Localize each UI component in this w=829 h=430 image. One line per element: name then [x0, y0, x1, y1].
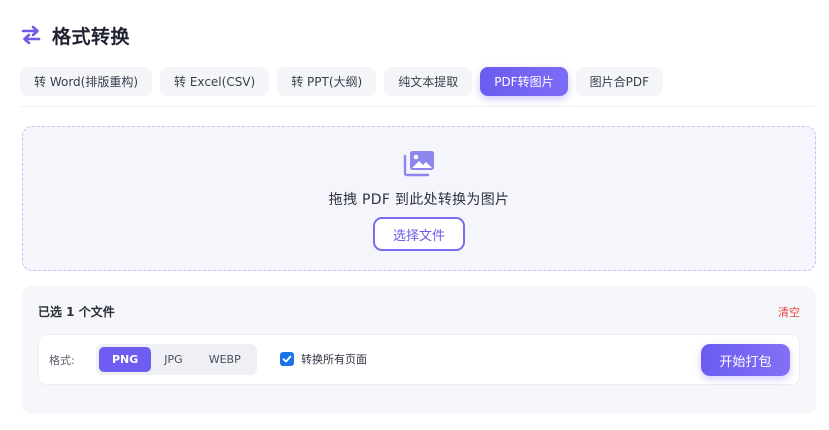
selected-files-panel: 已选 1 个文件 清空 格式: PNG JPG WEBP 转换所有页面 开始打包	[22, 286, 816, 414]
page-title: 格式转换	[52, 25, 131, 48]
format-label: 格式:	[49, 354, 75, 367]
all-pages-label: 转换所有页面	[301, 353, 367, 366]
tab-images-to-pdf[interactable]: 图片合PDF	[575, 67, 663, 96]
dropzone-hint: 拖拽 PDF 到此处转换为图片	[328, 192, 510, 208]
all-pages-checkbox[interactable]	[280, 352, 294, 366]
swap-arrows-icon	[20, 24, 42, 46]
check-icon	[282, 355, 292, 363]
start-pack-button[interactable]: 开始打包	[701, 344, 790, 376]
conversion-tabs: 转 Word(排版重构) 转 Excel(CSV) 转 PPT(大纲) 纯文本提…	[20, 67, 663, 96]
format-conversion-page: 格式转换 转 Word(排版重构) 转 Excel(CSV) 转 PPT(大纲)…	[0, 0, 829, 430]
all-pages-option: 转换所有页面	[280, 351, 367, 367]
images-icon	[402, 148, 436, 178]
format-selector: PNG JPG WEBP	[96, 344, 257, 375]
tab-pdf-to-image[interactable]: PDF转图片	[480, 67, 568, 96]
output-options: 格式: PNG JPG WEBP 转换所有页面 开始打包	[38, 334, 800, 385]
divider	[20, 106, 815, 107]
selected-files-count: 已选 1 个文件	[38, 305, 115, 319]
clear-button[interactable]: 清空	[778, 304, 800, 320]
file-dropzone[interactable]: 拖拽 PDF 到此处转换为图片 选择文件	[22, 126, 816, 271]
format-option-webp[interactable]: WEBP	[196, 347, 254, 372]
tab-text-extract[interactable]: 纯文本提取	[384, 67, 473, 96]
tab-to-excel[interactable]: 转 Excel(CSV)	[160, 67, 270, 96]
tab-to-word[interactable]: 转 Word(排版重构)	[20, 67, 153, 96]
format-option-png[interactable]: PNG	[99, 347, 152, 372]
page-header: 格式转换	[20, 22, 130, 48]
tab-to-ppt[interactable]: 转 PPT(大纲)	[277, 67, 377, 96]
format-option-jpg[interactable]: JPG	[151, 347, 195, 372]
choose-file-button[interactable]: 选择文件	[372, 217, 465, 251]
